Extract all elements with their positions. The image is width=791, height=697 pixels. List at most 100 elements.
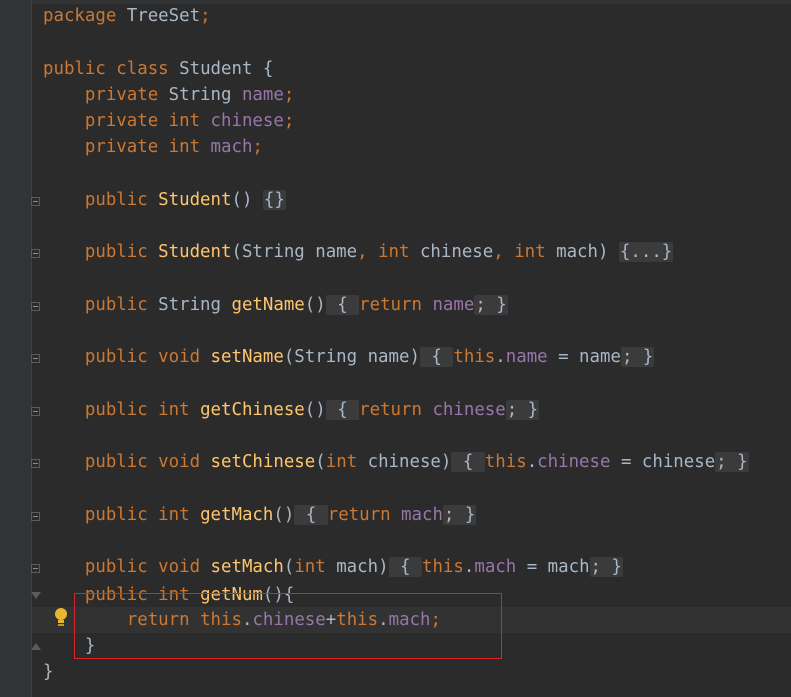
- folded-code-block[interactable]: {: [325, 295, 360, 315]
- code-token: int: [168, 111, 211, 131]
- folded-code-block[interactable]: {: [294, 505, 328, 525]
- code-token: int: [294, 557, 337, 577]
- code-token: private: [43, 111, 169, 131]
- fold-collapse-icon[interactable]: [31, 197, 40, 206]
- folded-code-block[interactable]: ; }: [474, 295, 508, 315]
- code-line[interactable]: private int chinese;: [43, 108, 294, 134]
- fold-collapse-icon[interactable]: [31, 564, 40, 573]
- code-line[interactable]: public void setName(String name) { this.…: [43, 344, 655, 370]
- code-line[interactable]: public int getChinese() { return chinese…: [43, 397, 540, 423]
- folded-code-block[interactable]: ; }: [715, 452, 749, 472]
- code-token: int: [168, 137, 211, 157]
- code-token: chinese): [367, 452, 452, 472]
- code-token: ,: [357, 242, 379, 262]
- fold-collapse-icon[interactable]: [31, 512, 40, 521]
- code-token: return: [359, 400, 433, 420]
- code-token: chinese: [419, 242, 494, 262]
- code-token: class: [116, 59, 180, 79]
- code-token: = name: [547, 347, 621, 367]
- code-token: name: [432, 295, 475, 315]
- code-token: (): [304, 295, 326, 315]
- code-token: (: [315, 452, 326, 472]
- code-token: this: [453, 347, 496, 367]
- code-token: private: [43, 137, 169, 157]
- code-token: .: [495, 347, 506, 367]
- folded-code-block[interactable]: {...}: [618, 242, 674, 262]
- folded-code-block[interactable]: ; }: [620, 347, 655, 367]
- code-token: getMach: [200, 505, 274, 525]
- code-token: void: [158, 452, 211, 472]
- code-token: chinese: [210, 111, 284, 131]
- code-token: int: [325, 452, 368, 472]
- code-line[interactable]: public Student() {}: [43, 187, 286, 213]
- code-line[interactable]: package TreeSet;: [43, 3, 211, 29]
- fold-end-icon[interactable]: [31, 643, 41, 650]
- code-token: ;: [252, 137, 263, 157]
- code-token: mach: [401, 505, 443, 525]
- code-token: int: [514, 242, 557, 262]
- code-line[interactable]: private String name;: [43, 82, 294, 108]
- folded-code-block[interactable]: ; }: [589, 557, 623, 577]
- code-line[interactable]: public int getMach() { return mach; }: [43, 502, 477, 528]
- folded-code-block[interactable]: ; }: [442, 505, 477, 525]
- code-token: }: [43, 662, 54, 682]
- code-token: public: [43, 190, 159, 210]
- code-token: public: [43, 452, 159, 472]
- fold-collapse-icon[interactable]: [31, 249, 40, 258]
- code-token: mach): [336, 557, 389, 577]
- code-token: (): [231, 190, 263, 210]
- folded-code-block[interactable]: {}: [262, 190, 286, 210]
- code-token: private: [43, 85, 169, 105]
- code-token: ;: [200, 6, 211, 26]
- code-token: public: [43, 242, 159, 262]
- code-token: ;: [283, 111, 295, 131]
- code-token: (): [304, 400, 326, 420]
- code-token: public: [43, 505, 159, 525]
- code-token: int: [378, 242, 420, 262]
- code-token: chinese: [432, 400, 506, 420]
- code-token: chinese: [537, 452, 611, 472]
- fold-collapse-icon[interactable]: [31, 459, 40, 468]
- code-token: mach: [210, 137, 253, 157]
- fold-collapse-icon[interactable]: [31, 407, 40, 416]
- fold-collapse-icon[interactable]: [31, 302, 40, 311]
- folded-code-block[interactable]: {: [419, 347, 454, 367]
- code-token: String: [158, 295, 232, 315]
- code-token: this: [421, 557, 464, 577]
- code-token: public: [43, 557, 159, 577]
- code-line[interactable]: public Student(String name, int chinese,…: [43, 239, 674, 265]
- code-token: package: [43, 6, 127, 26]
- folded-code-block[interactable]: ; }: [505, 400, 540, 420]
- fold-collapse-icon[interactable]: [31, 354, 40, 363]
- code-token: public: [43, 59, 117, 79]
- lightbulb-icon[interactable]: [54, 608, 68, 628]
- code-token: void: [158, 347, 211, 367]
- code-token: = mach: [516, 557, 590, 577]
- code-token: this: [484, 452, 527, 472]
- code-line[interactable]: private int mach;: [43, 134, 263, 160]
- code-token: public: [43, 347, 159, 367]
- code-line[interactable]: }: [43, 659, 53, 685]
- code-token: (String name): [283, 347, 420, 367]
- code-token: ;: [283, 85, 295, 105]
- code-line[interactable]: public class Student {: [43, 56, 273, 82]
- code-token: (String name: [231, 242, 358, 262]
- code-token: getChinese: [200, 400, 305, 420]
- fold-start-icon[interactable]: [31, 592, 41, 599]
- code-token: .: [526, 452, 538, 472]
- code-line[interactable]: public void setMach(int mach) { this.mac…: [43, 554, 623, 580]
- code-token: mach: [474, 557, 517, 577]
- code-token: ,: [493, 242, 515, 262]
- code-line[interactable]: public void setChinese(int chinese) { th…: [43, 449, 749, 475]
- code-token: .: [463, 557, 475, 577]
- code-token: int: [158, 400, 201, 420]
- code-line[interactable]: public String getName() { return name; }: [43, 292, 508, 318]
- folded-code-block[interactable]: {: [325, 400, 360, 420]
- folded-code-block[interactable]: {: [451, 452, 485, 472]
- folded-code-block[interactable]: {: [388, 557, 422, 577]
- code-token: getName: [231, 295, 305, 315]
- code-token: public: [43, 295, 159, 315]
- code-token: name: [241, 85, 284, 105]
- code-token: void: [158, 557, 211, 577]
- code-token: name: [505, 347, 548, 367]
